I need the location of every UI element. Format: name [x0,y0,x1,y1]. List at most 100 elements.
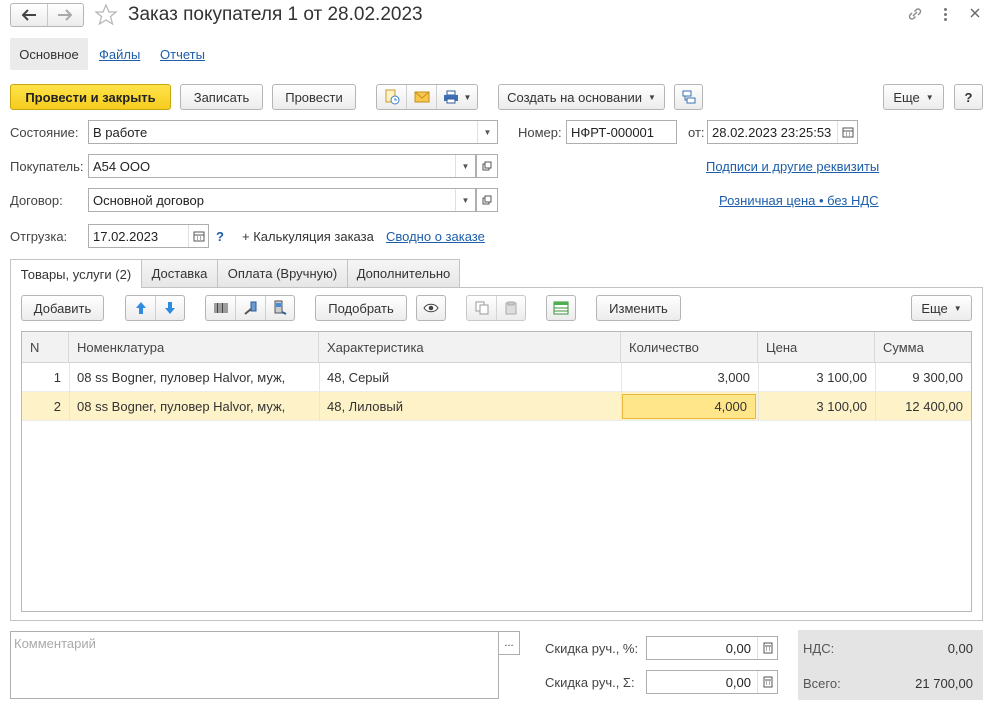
doc-actions-group: ▼ [376,84,478,110]
table-row[interactable]: 1 08 ss Bogner, пуловер Halvor, муж, 48,… [22,363,971,392]
copy-button[interactable] [467,296,497,320]
scanner-button[interactable] [236,296,266,320]
send-email-button[interactable] [407,85,437,109]
arrow-left-icon [21,9,36,21]
close-icon[interactable] [968,6,982,20]
comment-field[interactable]: Комментарий [10,631,499,699]
chevron-down-icon: ▼ [463,92,472,102]
tab-goods-label: Товары, услуги (2) [20,266,132,282]
forward-button[interactable] [48,4,84,26]
tab-goods[interactable]: Товары, услуги (2) [10,259,142,288]
buyer-field[interactable]: А54 ООО ▼ [88,154,476,178]
paste-button[interactable] [497,296,525,320]
contract-label: Договор: [10,193,63,208]
shipment-date-field[interactable]: 17.02.2023 [88,224,209,248]
link-icon[interactable] [906,5,924,23]
change-button[interactable]: Изменить [596,295,681,321]
back-button[interactable] [11,4,48,26]
barcode-button[interactable] [206,296,236,320]
state-field[interactable]: В работе ▼ [88,120,498,144]
open-contract-button[interactable] [476,188,498,212]
table-icon [553,301,569,315]
post-button[interactable]: Провести [272,84,356,110]
col-header-characteristic[interactable]: Характеристика [319,332,621,363]
calendar-icon[interactable] [837,121,857,143]
window-title: Заказ покупателя 1 от 28.02.2023 [128,4,423,25]
shipment-label: Отгрузка: [10,229,68,244]
calculator-icon[interactable] [757,637,777,659]
col-header-n[interactable]: N [22,332,69,363]
create-based-on-button[interactable]: Создать на основании ▼ [498,84,665,110]
col-header-quantity[interactable]: Количество [621,332,758,363]
print-button[interactable]: ▼ [437,85,477,109]
date-label: от: [688,125,705,140]
post-and-close-button[interactable]: Провести и закрыть [10,84,171,110]
cell-sum: 12 400,00 [905,399,963,414]
comment-expand-button[interactable]: ... [498,631,520,655]
tab-additional[interactable]: Дополнительно [347,259,460,287]
pick-button[interactable]: Подобрать [315,295,407,321]
chevron-down-icon: ▼ [647,92,656,102]
move-down-button[interactable] [156,296,184,320]
table-settings-button[interactable] [546,295,576,321]
cell-quantity-selected[interactable]: 4,000 [622,394,756,419]
retail-price-link[interactable]: Розничная цена • без НДС [719,193,879,208]
state-value: В работе [93,124,148,140]
number-field[interactable]: НФРТ-000001 [566,120,677,144]
tab-payment-label: Оплата (Вручную) [227,266,338,281]
chevron-down-icon[interactable]: ▼ [477,121,497,143]
chevron-down-icon[interactable]: ▼ [455,189,475,211]
more-button[interactable]: Еще ▼ [883,84,944,110]
state-label: Состояние: [10,125,79,140]
move-up-button[interactable] [126,296,156,320]
change-label: Изменить [609,300,668,316]
discount-sum-label: Скидка руч., Σ: [545,675,635,690]
discount-sum-value: 0,00 [725,674,751,690]
contract-field[interactable]: Основной договор ▼ [88,188,476,212]
post-and-close-label: Провести и закрыть [25,89,156,105]
signatures-link[interactable]: Подписи и другие реквизиты [706,159,879,174]
save-button[interactable]: Записать [180,84,263,110]
help-button[interactable]: ? [954,84,983,110]
discount-sum-field[interactable]: 0,00 [646,670,778,694]
col-header-item[interactable]: Номенклатура [69,332,319,363]
vat-value: 0,00 [947,641,973,656]
favorite-star-icon[interactable] [94,3,118,27]
col-header-sum[interactable]: Сумма [875,332,971,363]
calculation-link[interactable]: + Калькуляция заказа [242,229,374,244]
table-more-button[interactable]: Еще ▼ [911,295,972,321]
envelope-icon [414,91,429,103]
related-docs-button[interactable] [377,85,407,109]
structure-button[interactable] [674,84,703,110]
table-more-label: Еще [921,300,948,316]
printer-icon [443,90,458,104]
open-buyer-button[interactable] [476,154,498,178]
tab-payment[interactable]: Оплата (Вручную) [217,259,348,287]
tab-main[interactable]: Основное [10,38,88,70]
open-window-icon [482,195,492,205]
cell-n: 1 [53,370,61,385]
tab-main-label: Основное [19,46,79,62]
table-row[interactable]: 2 08 ss Bogner, пуловер Halvor, муж, 48,… [22,392,971,421]
data-collection-button[interactable] [266,296,294,320]
discount-pct-field[interactable]: 0,00 [646,636,778,660]
chevron-down-icon[interactable]: ▼ [455,155,475,177]
calculator-icon[interactable] [757,671,777,693]
shipment-help-icon[interactable]: ? [216,229,224,244]
order-summary-link[interactable]: Сводно о заказе [386,229,485,244]
arrow-right-icon [58,9,73,21]
col-header-price[interactable]: Цена [758,332,875,363]
barcode-group [205,295,295,321]
tab-delivery[interactable]: Доставка [141,259,218,287]
goods-table[interactable]: N Номенклатура Характеристика Количество… [21,331,972,612]
tab-files[interactable]: Файлы [99,47,140,62]
more-vertical-icon[interactable] [940,5,950,23]
date-field[interactable]: 28.02.2023 23:25:53 [707,120,858,144]
view-button[interactable] [416,295,446,321]
copy-paste-group [466,295,526,321]
tab-additional-label: Дополнительно [356,266,451,281]
add-row-button[interactable]: Добавить [21,295,104,321]
contract-value: Основной договор [93,192,204,208]
calendar-icon[interactable] [188,225,208,247]
tab-reports[interactable]: Отчеты [160,47,205,62]
